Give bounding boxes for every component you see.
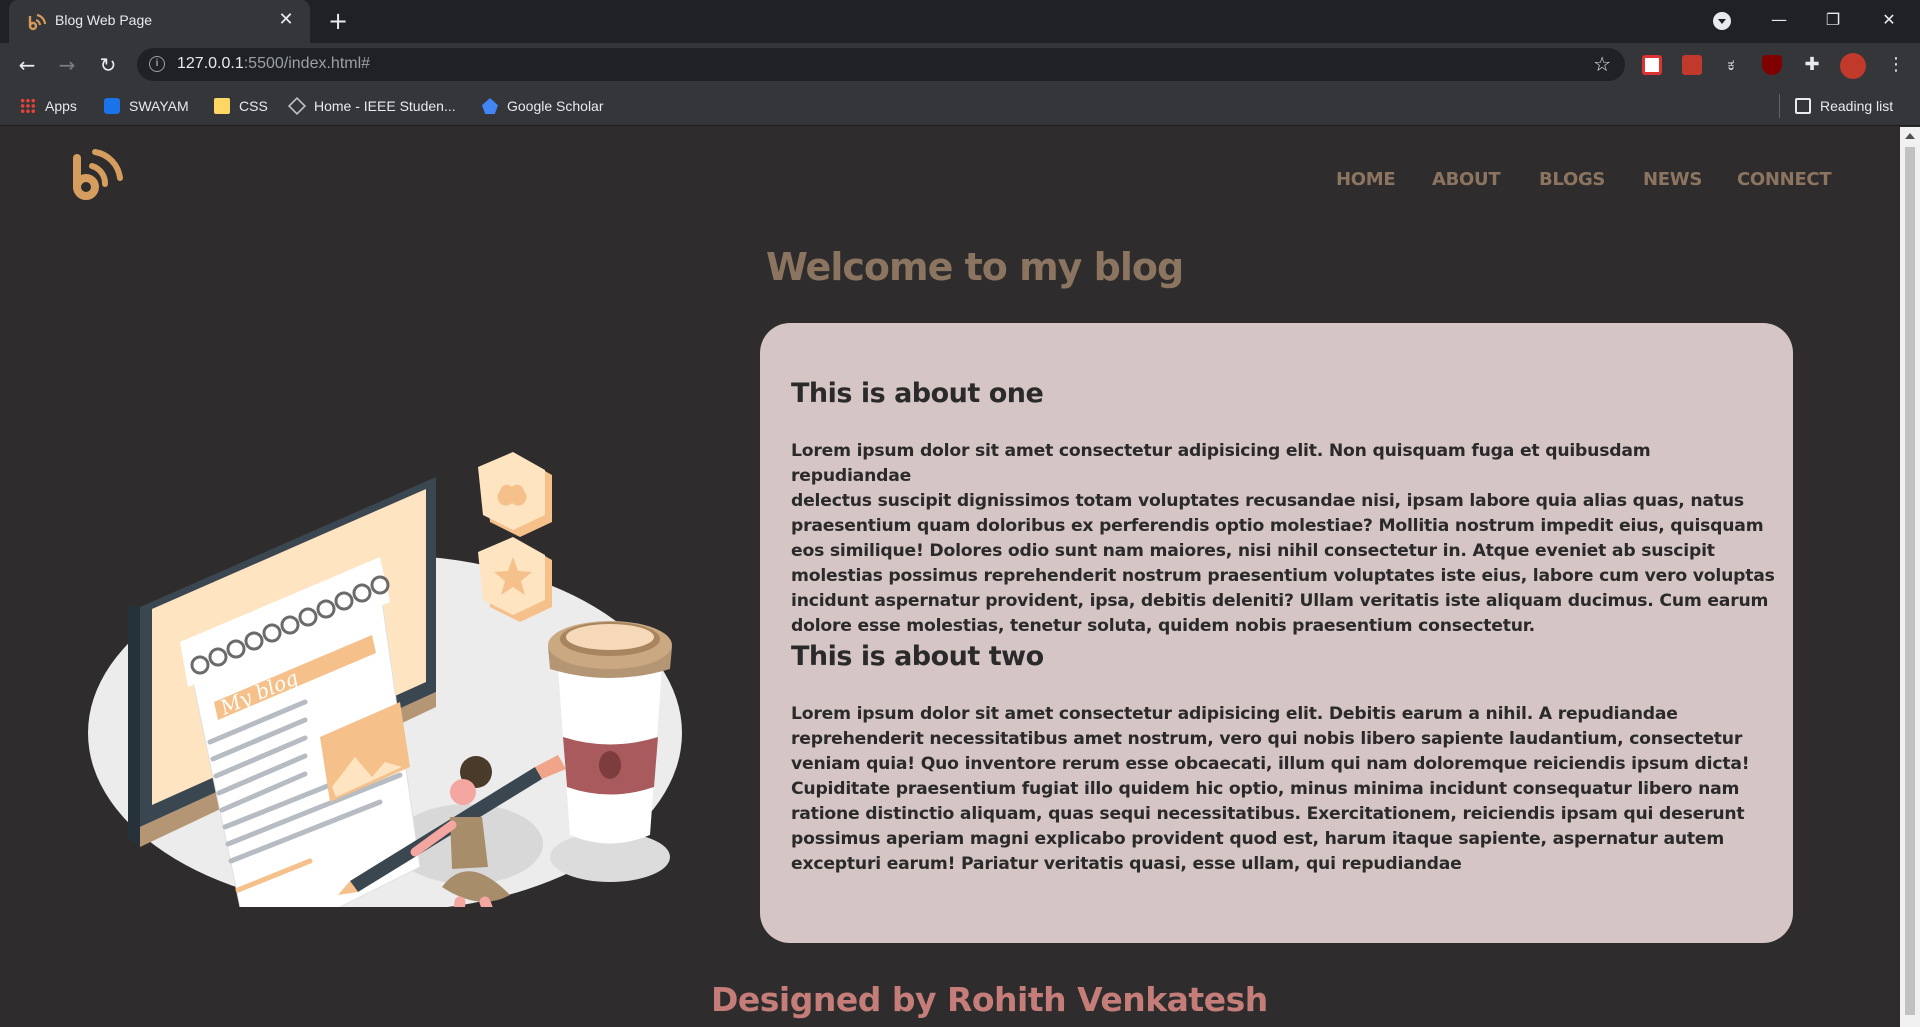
url-text: 127.0.0.1:5500/index.html# xyxy=(177,55,371,72)
nav-blogs[interactable]: BLOGS xyxy=(1539,169,1605,190)
bookmark-css[interactable]: CSS xyxy=(214,96,268,116)
profile-avatar[interactable] xyxy=(1840,53,1866,79)
ieee-diamond-icon xyxy=(287,96,307,116)
minimize-button[interactable]: — xyxy=(1756,0,1802,40)
bookmark-ieee[interactable]: Home - IEEE Studen... xyxy=(287,96,456,116)
folder-icon xyxy=(214,98,230,114)
nav-home[interactable]: HOME xyxy=(1336,169,1396,190)
back-arrow-icon[interactable]: ← xyxy=(13,51,41,79)
blog-illustration: My blog xyxy=(88,452,682,907)
reading-list-button[interactable]: Reading list xyxy=(1795,96,1893,116)
scroll-thumb[interactable] xyxy=(1905,147,1915,1015)
browser-toolbar: ← → ↻ i 127.0.0.1:5500/index.html# ☆ ಕ ✚… xyxy=(0,43,1920,86)
browser-tab-strip: Blog Web Page ✕ + — ❐ ✕ xyxy=(0,0,1920,43)
bookmark-apps[interactable]: Apps xyxy=(20,96,77,116)
post-title: This is about two xyxy=(791,641,1044,672)
reading-list-icon xyxy=(1795,98,1811,114)
reload-icon[interactable]: ↻ xyxy=(94,51,122,79)
swayam-icon xyxy=(104,98,120,114)
tab-title: Blog Web Page xyxy=(55,12,153,28)
scroll-up-icon[interactable] xyxy=(1905,133,1915,139)
page-scrollbar[interactable] xyxy=(1900,127,1920,1027)
new-tab-button[interactable]: + xyxy=(324,8,352,36)
menu-kebab-icon[interactable]: ⋮ xyxy=(1886,55,1906,75)
scholar-icon xyxy=(482,98,498,114)
apps-grid-icon xyxy=(20,98,36,114)
bookmark-swayam[interactable]: SWAYAM xyxy=(104,96,189,116)
nav-news[interactable]: NEWS xyxy=(1643,169,1702,190)
footer-credit: Designed by Rohith Venkatesh xyxy=(711,980,1268,1019)
blog-logo-icon[interactable] xyxy=(66,146,132,212)
bookmark-google-scholar[interactable]: Google Scholar xyxy=(482,96,604,116)
bookmarks-divider xyxy=(1779,94,1780,118)
blog-posts-card: This is about one Lorem ipsum dolor sit … xyxy=(760,323,1793,943)
tab-search-icon[interactable] xyxy=(1713,12,1731,30)
post-title: This is about one xyxy=(791,378,1044,409)
extensions-puzzle-icon[interactable]: ✚ xyxy=(1802,55,1822,75)
bookmarks-bar: Apps SWAYAM CSS Home - IEEE Studen... Go… xyxy=(0,86,1920,126)
forward-arrow-icon[interactable]: → xyxy=(53,51,81,79)
site-info-icon[interactable]: i xyxy=(149,56,165,72)
page-title: Welcome to my blog xyxy=(766,245,1184,289)
nav-about[interactable]: ABOUT xyxy=(1432,169,1501,190)
blog-favicon-icon xyxy=(28,13,47,31)
close-window-button[interactable]: ✕ xyxy=(1866,0,1912,40)
post-body: Lorem ipsum dolor sit amet consectetur a… xyxy=(791,704,1750,874)
nav-connect[interactable]: CONNECT xyxy=(1737,169,1832,190)
browser-tab[interactable]: Blog Web Page ✕ xyxy=(9,0,310,43)
web-page: HOME ABOUT BLOGS NEWS CONNECT Welcome to… xyxy=(0,127,1900,1027)
address-bar[interactable]: i 127.0.0.1:5500/index.html# ☆ xyxy=(137,48,1625,81)
ublock-extension-icon[interactable] xyxy=(1762,55,1782,75)
post-body: Lorem ipsum dolor sit amet consectetur a… xyxy=(791,441,1775,636)
restore-button[interactable]: ❐ xyxy=(1810,0,1856,40)
script-extension-icon[interactable]: ಕ xyxy=(1721,55,1741,75)
red-extension-icon[interactable] xyxy=(1682,55,1702,75)
pocket-extension-icon[interactable] xyxy=(1642,55,1662,75)
bookmark-star-icon[interactable]: ☆ xyxy=(1593,52,1611,76)
close-tab-icon[interactable]: ✕ xyxy=(276,10,296,30)
